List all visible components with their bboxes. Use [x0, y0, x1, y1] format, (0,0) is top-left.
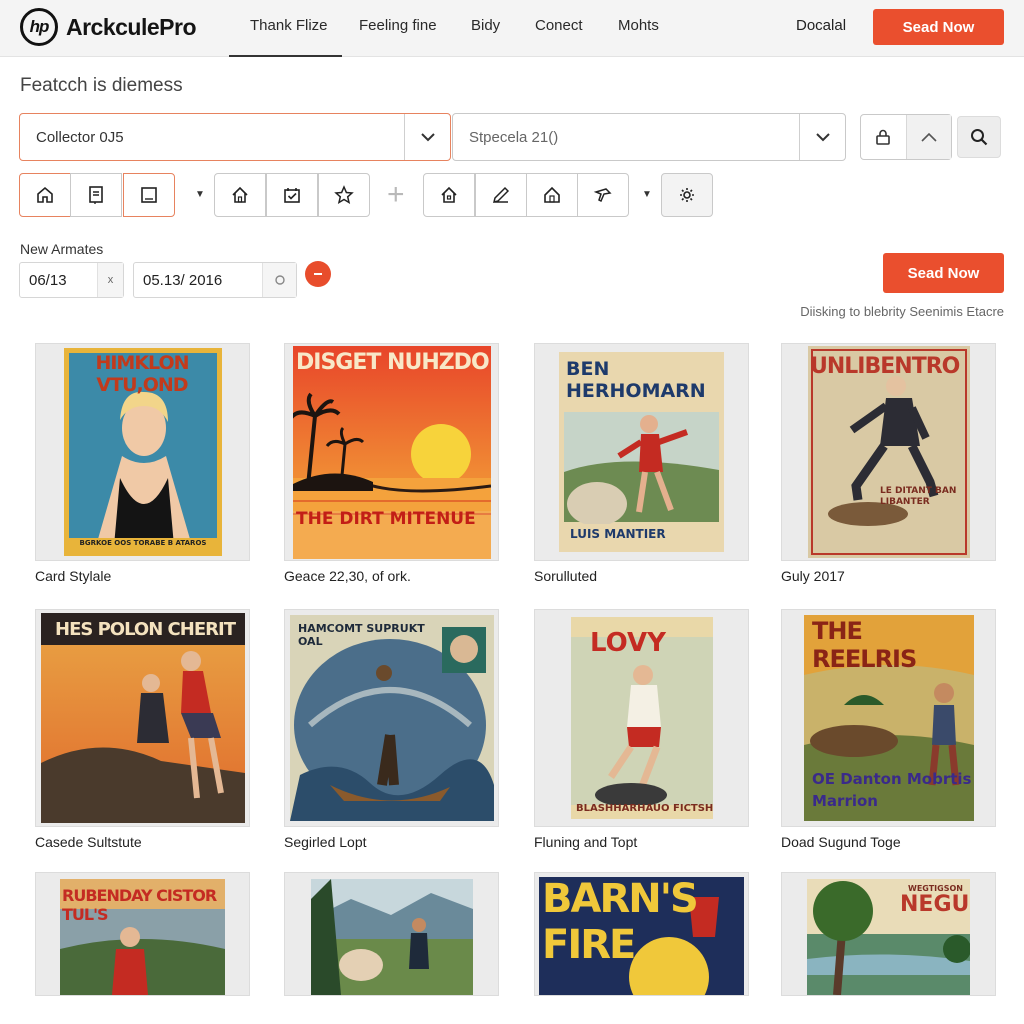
date-to-field[interactable]: 05.13/ 2016 [133, 262, 297, 298]
house-icon [232, 186, 248, 203]
clear-date-icon[interactable]: x [97, 263, 123, 297]
poster-title: THE REELRIS [812, 617, 917, 673]
lock-icon[interactable] [861, 115, 906, 159]
home-button[interactable] [19, 173, 71, 217]
poster-image [40, 613, 245, 823]
search-button[interactable] [957, 116, 1001, 158]
add-icon[interactable]: + [387, 178, 405, 212]
chevron-down-icon[interactable] [404, 114, 450, 160]
frame-button[interactable] [123, 173, 175, 217]
poster-thumbnail[interactable] [284, 872, 499, 996]
poster-caption: Guly 2017 [781, 568, 845, 584]
calendar-icon[interactable] [262, 263, 296, 297]
home-icon [37, 186, 53, 203]
gallery-button[interactable] [526, 173, 578, 217]
poster-title: DISGET NUHZDO [296, 350, 490, 375]
poster-title: HES POLON CHERIT [55, 619, 236, 640]
nav-item-4[interactable]: Conect [535, 17, 583, 34]
poster-caption: Fluning and Topt [534, 834, 638, 850]
poster-bottom-text: OE Danton Mobrtis Marrion [812, 770, 972, 810]
edit-button[interactable] [475, 173, 527, 217]
nav-item-5[interactable]: Mohts [618, 17, 659, 34]
poster-title: NEGU [900, 892, 970, 917]
poster-caption: Doad Sugund Toge [781, 834, 901, 850]
poster-title: BARN'S FIRE [542, 876, 699, 968]
poster-title: HAMCOMT SUPRUKT OAL [298, 622, 425, 648]
tool-icon [593, 188, 612, 203]
nav-cta-button[interactable]: Sead Now [873, 9, 1004, 45]
search-icon [971, 129, 988, 146]
poster-thumbnail[interactable] [35, 609, 250, 827]
home-alt-button[interactable] [214, 173, 266, 217]
checklist-button[interactable] [266, 173, 318, 217]
poster-bottom-text: THE DIRT MITENUE [296, 509, 476, 529]
date-from-value: 06/13 [29, 271, 67, 289]
nav-right-link[interactable]: Docalal [796, 17, 846, 34]
settings-button[interactable] [661, 173, 713, 217]
date-from-field[interactable]: 06/13 x [19, 262, 124, 298]
poster-bottom-text: BLASHHARHAUO FICTSH [576, 803, 714, 814]
poster-title: BEN HERHOMARN [566, 358, 706, 402]
document-icon [89, 186, 103, 204]
store-icon [441, 186, 457, 203]
caret-down-icon[interactable]: ▼ [642, 189, 652, 200]
specialty-select[interactable]: Stpecela 21() [452, 113, 846, 161]
poster-bottom-text: BGRKOE OOS TORABE B ATAROS [79, 539, 207, 547]
collector-select-value: Collector 0J5 [36, 128, 124, 146]
frame-icon [141, 187, 157, 203]
checklist-icon [284, 188, 300, 203]
poster-title: UNLIBENTRO [810, 354, 960, 379]
date-label: New Armates [20, 241, 104, 257]
lock-toggle-group [860, 114, 952, 160]
chevron-up-icon[interactable] [905, 115, 951, 159]
filter-cta-button[interactable]: Sead Now [883, 253, 1004, 293]
brand-logo[interactable]: hp ArckculePro [20, 8, 197, 46]
poster-bottom-text: LE DITANT BAN LIBANTER [880, 486, 957, 507]
nav-item-2[interactable]: Feeling fine [359, 17, 437, 34]
display-note: Diisking to blebrity Seenimis Etacre [800, 304, 1004, 319]
favorite-button[interactable] [318, 173, 370, 217]
poster-title: RUBENDAY CISTOR TUL'S [62, 886, 217, 924]
poster-caption: Card Stylale [35, 568, 112, 584]
gear-icon [680, 188, 694, 202]
poster-caption: Segirled Lopt [284, 834, 367, 850]
poster-caption: Sorulluted [534, 568, 598, 584]
brand-name: ArckculePro [66, 13, 197, 40]
poster-image [310, 879, 473, 995]
active-nav-indicator [229, 55, 342, 57]
pencil-icon [492, 186, 510, 204]
specialty-select-value: Stpecela 21() [469, 128, 559, 146]
nav-item-1[interactable]: Thank Flize [250, 17, 328, 34]
poster-caption: Casede Sultstute [35, 834, 142, 850]
gallery-house-icon [544, 186, 560, 203]
collector-select[interactable]: Collector 0J5 [19, 113, 451, 161]
poster-caption: Geace 22,30, of ork. [284, 568, 411, 584]
star-icon [334, 185, 354, 205]
poster-card[interactable]: Geace 22,30, of ork. [284, 343, 499, 584]
tools-button[interactable] [577, 173, 629, 217]
poster-card[interactable]: Casede Sultstute [35, 609, 250, 850]
close-icon[interactable] [305, 261, 331, 287]
poster-card[interactable]: Guly 2017 [781, 343, 996, 584]
poster-card[interactable] [284, 872, 499, 996]
search-heading: Featcch is diemess [20, 75, 183, 96]
chevron-down-icon[interactable] [799, 114, 845, 160]
top-nav: hp ArckculePro Thank Flize Feeling fine … [0, 0, 1024, 57]
nav-item-3[interactable]: Bidy [471, 17, 500, 34]
poster-bottom-text: LUIS MANTIER [570, 527, 666, 541]
poster-title: HIMKLON VTU,OND [95, 352, 189, 396]
poster-title: LOVY [590, 628, 666, 658]
caret-down-icon[interactable]: ▼ [195, 189, 205, 200]
store-button[interactable] [423, 173, 475, 217]
document-button[interactable] [70, 173, 122, 217]
date-to-value: 05.13/ 2016 [143, 271, 223, 289]
logo-icon: hp [20, 8, 58, 46]
